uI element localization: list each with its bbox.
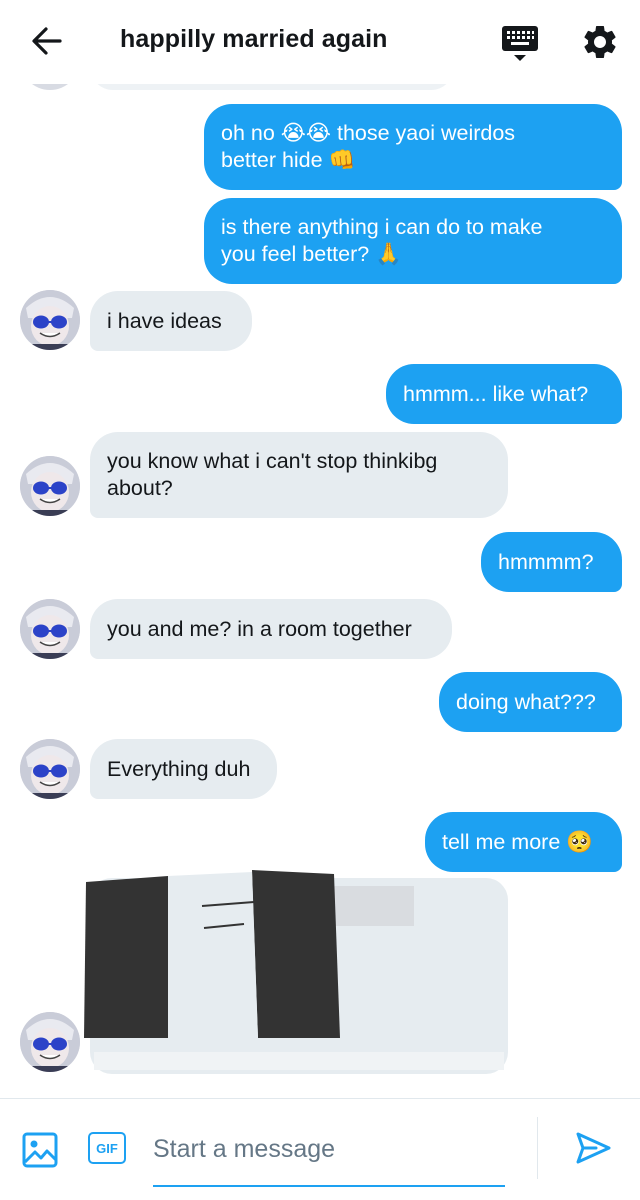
send-icon xyxy=(576,1132,611,1164)
input-underline xyxy=(153,1185,505,1187)
avatar[interactable] xyxy=(20,599,80,659)
avatar[interactable] xyxy=(20,84,80,90)
gear-icon xyxy=(584,25,616,58)
message-bubble-sent[interactable]: is there anything i can do to make you f… xyxy=(204,198,622,284)
message-composer: GIF xyxy=(0,1098,640,1200)
redacted-message xyxy=(84,866,508,1074)
message-bubble-received[interactable]: i have ideas xyxy=(90,291,252,351)
image-icon xyxy=(22,1132,58,1168)
message-bubble-received[interactable]: you and me? in a room together xyxy=(90,599,452,659)
message-text: Everything duh xyxy=(107,756,251,781)
avatar[interactable] xyxy=(20,456,80,516)
add-gif-button[interactable]: GIF xyxy=(88,1132,126,1164)
conversation-header: happilly married again xyxy=(0,0,640,84)
message-bubble-sent[interactable]: doing what??? xyxy=(439,672,622,732)
composer-divider xyxy=(537,1117,538,1179)
avatar[interactable] xyxy=(20,1012,80,1072)
send-button[interactable] xyxy=(574,1129,612,1167)
avatar-image xyxy=(20,456,80,516)
message-bubble-sent[interactable]: hmmm... like what? xyxy=(386,364,622,424)
avatar-image xyxy=(20,1012,80,1072)
settings-button[interactable] xyxy=(580,22,620,62)
avatar-image xyxy=(20,739,80,799)
avatar[interactable] xyxy=(20,290,80,350)
message-text: tell me more 🥺 xyxy=(442,829,594,854)
message-text: hmmmm? xyxy=(498,549,594,574)
message-bubble-sent[interactable]: tell me more 🥺 xyxy=(425,812,622,872)
message-bubble-received[interactable]: Everything duh xyxy=(90,739,277,799)
message-text: you and me? in a room together xyxy=(107,616,412,641)
conversation-title: happilly married again xyxy=(120,25,388,53)
arrow-left-icon xyxy=(32,27,62,55)
avatar-image xyxy=(20,599,80,659)
back-button[interactable] xyxy=(30,24,64,58)
message-text: hmmm... like what? xyxy=(403,381,589,406)
add-image-button[interactable] xyxy=(22,1132,58,1168)
message-thread[interactable]: oh no 😭😭 those yaoi weirdos better hide … xyxy=(0,84,640,1098)
message-bubble-sent[interactable]: oh no 😭😭 those yaoi weirdos better hide … xyxy=(204,104,622,190)
message-text: oh no 😭😭 those yaoi weirdos better hide … xyxy=(221,121,516,172)
message-text: you know what i can't stop thinkibg abou… xyxy=(107,449,438,500)
keyboard-icon xyxy=(502,26,538,61)
message-bubble-sent[interactable]: hmmmm? xyxy=(481,532,622,592)
avatar-image xyxy=(20,290,80,350)
avatar[interactable] xyxy=(20,739,80,799)
message-input[interactable] xyxy=(153,1129,503,1169)
message-text: i have ideas xyxy=(107,308,222,333)
message-text: doing what??? xyxy=(456,689,596,714)
keyboard-toggle-button[interactable] xyxy=(500,24,540,62)
message-bubble-partial xyxy=(90,84,454,90)
message-bubble-received[interactable]: you know what i can't stop thinkibg abou… xyxy=(90,432,508,518)
message-text: is there anything i can do to make you f… xyxy=(221,215,543,266)
